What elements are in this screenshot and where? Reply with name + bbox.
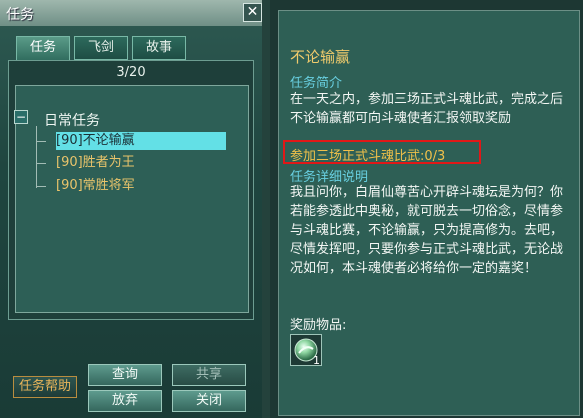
summary-header: 任务简介 bbox=[290, 76, 343, 91]
tree-connector bbox=[36, 163, 46, 164]
summary-text: 在一天之内，参加三场正式斗魂比武，完成之后不论输赢都可向斗魂使者汇报领取奖励 bbox=[290, 92, 564, 126]
abandon-button[interactable]: 放弃 bbox=[88, 390, 162, 412]
share-button[interactable]: 共享 bbox=[172, 364, 246, 386]
task-item[interactable]: [90]常胜将军 bbox=[56, 177, 135, 195]
reward-slot[interactable]: 1 bbox=[290, 334, 322, 367]
task-title: 不论输赢 bbox=[290, 48, 351, 66]
collapse-toggle-icon[interactable]: − bbox=[14, 110, 28, 124]
reward-label: 奖励物品: bbox=[290, 318, 347, 333]
task-category-daily[interactable]: 日常任务 bbox=[44, 110, 100, 130]
objective-progress: 参加三场正式斗魂比武:0/3 bbox=[290, 149, 446, 164]
window-title: 任务 bbox=[6, 7, 34, 23]
tree-connector bbox=[36, 126, 37, 188]
task-item[interactable]: [90]不论输赢 bbox=[56, 132, 226, 150]
task-item[interactable]: [90]胜者为王 bbox=[56, 154, 135, 172]
reward-count: 1 bbox=[313, 354, 320, 367]
tab-story[interactable]: 故事 bbox=[132, 36, 186, 60]
tree-connector bbox=[36, 186, 46, 187]
page-indicator: 3/20 bbox=[116, 65, 146, 80]
detail-text: 我且问你，白眉仙尊苦心开辟斗魂坛是为何？你若能参透此中奥秘，就可脱去一切俗念，尽… bbox=[290, 185, 564, 276]
task-help-button[interactable]: 任务帮助 bbox=[13, 376, 77, 398]
tree-connector bbox=[36, 141, 46, 142]
close-icon[interactable]: ✕ bbox=[243, 3, 262, 22]
close-button[interactable]: 关闭 bbox=[172, 390, 246, 412]
task-window: 任务 ✕ 任务 飞剑 故事 3/20 − 日常任务 [90]不论输赢 [90]胜… bbox=[0, 0, 262, 418]
tab-flying-sword[interactable]: 飞剑 bbox=[74, 36, 128, 60]
task-window-titlebar[interactable]: 任务 ✕ bbox=[0, 0, 262, 26]
query-button[interactable]: 查询 bbox=[88, 364, 162, 386]
tab-tasks[interactable]: 任务 bbox=[16, 36, 70, 62]
